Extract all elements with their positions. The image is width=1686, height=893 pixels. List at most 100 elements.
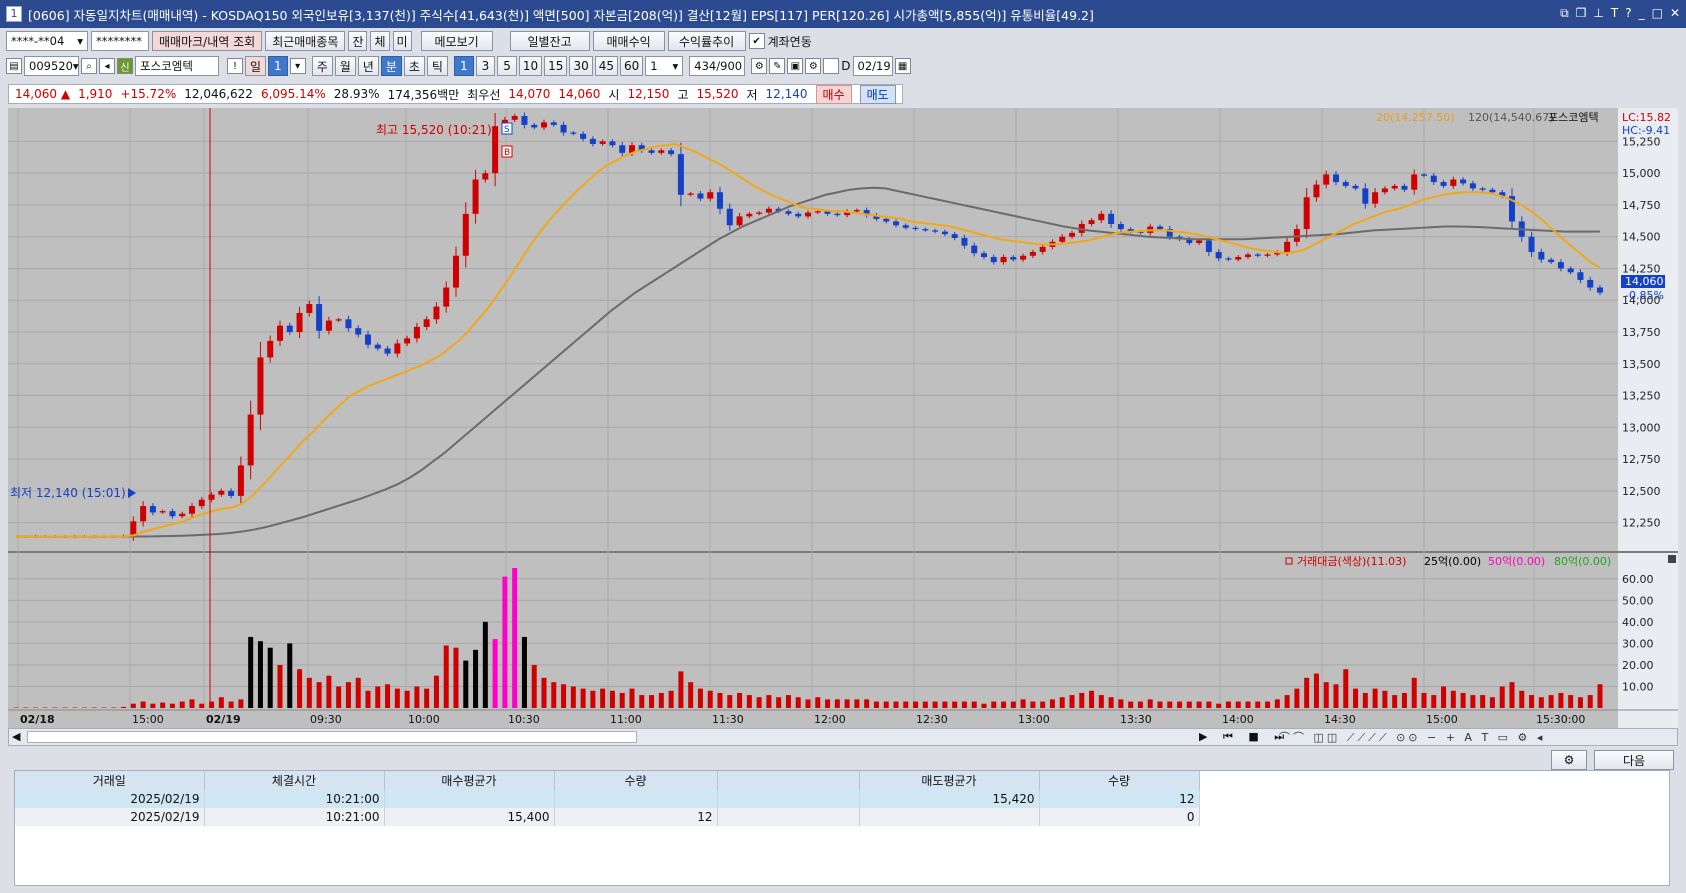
close-pane-icon[interactable] (1668, 555, 1676, 563)
volume-bar (482, 621, 488, 708)
volume-bar (1235, 701, 1241, 708)
candle-body (1450, 179, 1457, 186)
code-select[interactable]: 009520 ▾ (24, 56, 79, 76)
candle-body (1372, 192, 1379, 204)
balance-button[interactable]: 잔 (348, 31, 368, 51)
candle-body (1342, 182, 1349, 186)
price-volume-chart[interactable]: 15,25015,00014,75014,50014,25014,00013,7… (8, 108, 1678, 728)
volume-bar (277, 664, 283, 708)
unfilled-button[interactable]: 미 (392, 31, 412, 51)
sell-button[interactable]: 매도 (859, 84, 896, 104)
volume-bar (385, 684, 391, 708)
d-checkbox[interactable] (823, 58, 840, 74)
volume-bar (600, 688, 606, 708)
volume-tick-label: 40.00 (1622, 616, 1654, 629)
candle-body (1381, 188, 1388, 193)
trade-profit-button[interactable]: 매매수익 (592, 31, 665, 51)
high-label: 고 (677, 87, 689, 102)
volume-bar (1441, 686, 1447, 708)
hc-label: HC:-9.41 (1622, 124, 1670, 137)
minute-1[interactable]: 1 (453, 56, 474, 76)
period-minute[interactable]: 분 (380, 56, 402, 76)
minimize-icon[interactable]: _ (1639, 6, 1645, 21)
help-icon[interactable]: ? (1625, 6, 1631, 21)
candle-body (306, 304, 313, 313)
volume-bar (453, 647, 459, 708)
minute-3[interactable]: 3 (475, 56, 496, 76)
volume-legend-c: 80억(0.00) (1554, 555, 1611, 568)
close-icon[interactable]: ✕ (1670, 6, 1680, 21)
volume-bar (1568, 695, 1574, 708)
maximize-icon[interactable]: □ (1652, 6, 1663, 21)
link-icon[interactable]: ⧉ (1560, 6, 1569, 21)
font-icon[interactable]: T (1611, 6, 1618, 21)
calendar-icon[interactable]: ▦ (894, 58, 911, 74)
gear-icon[interactable]: ⚙ (805, 58, 822, 74)
panel-icon[interactable]: ▤ (6, 58, 22, 74)
recent-trades-button[interactable]: 최근매매종목 (265, 31, 346, 51)
bar-count-value: 434 (694, 59, 717, 73)
pin-icon[interactable]: ⊥ (1593, 6, 1603, 21)
settings-tool-icon[interactable]: ⚙ (751, 58, 768, 74)
best-bid: 14,060 (558, 87, 601, 101)
sound-icon[interactable]: ◂ (99, 58, 115, 74)
table-row[interactable]: 2025/02/19 10:21:00 15,420 12 (15, 790, 1200, 808)
col-sell-avg: 매도평균가 (859, 771, 1040, 790)
scroll-left-icon[interactable]: ◀ (12, 730, 20, 743)
table-row[interactable]: 2025/02/19 10:21:00 15,400 12 0 (15, 808, 1200, 826)
minute-10[interactable]: 10 (518, 56, 543, 76)
volume-bar (1010, 701, 1016, 708)
candle-body (433, 306, 440, 320)
chart-scrollbar[interactable]: ◀ ▶ ⏮ ■ ⏭ ⌒⌒ ◫◫ ⟋⟋⟋⟋ ⊙⊙ − + A T ▭ ⚙ ◂ (8, 728, 1678, 746)
profit-rate-button[interactable]: 수익률추이 (667, 31, 746, 51)
period-second[interactable]: 초 (403, 56, 425, 76)
candle-body (384, 348, 391, 354)
trade-marks-button[interactable]: 매매마크/내역 조회 (152, 31, 263, 51)
daily-balance-button[interactable]: 일별잔고 (509, 31, 590, 51)
filled-button[interactable]: 체 (370, 31, 390, 51)
account-select[interactable]: ****-**04 ▾ (6, 31, 88, 51)
cell-buy-qty (554, 790, 718, 808)
minute-45[interactable]: 45 (594, 56, 619, 76)
volume-bar (854, 699, 860, 708)
save-icon[interactable]: ▣ (787, 58, 804, 74)
period-month[interactable]: 월 (334, 56, 356, 76)
grid-settings-button[interactable]: ⚙ (1551, 750, 1587, 770)
minute-60[interactable]: 60 (620, 56, 644, 76)
play-controls[interactable]: ▶ ⏮ ■ ⏭ (1199, 730, 1290, 744)
volume-bar (1499, 686, 1505, 708)
next-button[interactable]: 다음 (1594, 750, 1674, 770)
memo-button[interactable]: 메모보기 (420, 31, 493, 51)
candle-body (1020, 255, 1027, 260)
chart-area[interactable]: 15,250 15,000 14,750 14,500 14,250 14,000 13,7… (8, 108, 1678, 728)
buy-button[interactable]: 매수 (815, 84, 852, 104)
date-field[interactable]: 02/19 (852, 56, 893, 76)
period-tick[interactable]: 틱 (426, 56, 448, 76)
period-year[interactable]: 년 (357, 56, 379, 76)
bar-count[interactable]: 434/900 (689, 56, 746, 76)
period-day[interactable]: 일 (245, 56, 267, 76)
scroll-thumb[interactable] (27, 731, 637, 743)
candle-body (374, 344, 381, 349)
password-field[interactable]: ******** (91, 31, 149, 51)
account-link-checkbox[interactable]: ✔ (748, 33, 765, 49)
candle-body (365, 334, 371, 345)
minute-30[interactable]: 30 (569, 56, 593, 76)
volume-bar (463, 660, 469, 708)
drawing-tools-icon[interactable]: ⌒⌒ ◫◫ ⟋⟋⟋⟋ ⊙⊙ − + A T ▭ ⚙ ◂ (1279, 729, 1545, 745)
period-day-count[interactable]: 1 (268, 56, 288, 76)
search-icon[interactable]: ⌕ (81, 58, 97, 74)
candle-body (570, 132, 577, 134)
alert-button[interactable]: ! (227, 58, 243, 74)
candle-body (267, 340, 274, 358)
interval-select[interactable]: 1 ▾ (645, 56, 684, 76)
volume-bar (1274, 699, 1280, 708)
chevron-down-icon[interactable]: ▾ (289, 58, 306, 74)
copy-icon[interactable]: ❐ (1576, 6, 1587, 21)
minute-15[interactable]: 15 (544, 56, 568, 76)
period-week[interactable]: 주 (311, 56, 333, 76)
high-mark: 최고 15,520 (10:21) (376, 123, 492, 137)
volume-bar (306, 677, 312, 708)
minute-5[interactable]: 5 (497, 56, 517, 76)
draw-icon[interactable]: ✎ (769, 58, 786, 74)
